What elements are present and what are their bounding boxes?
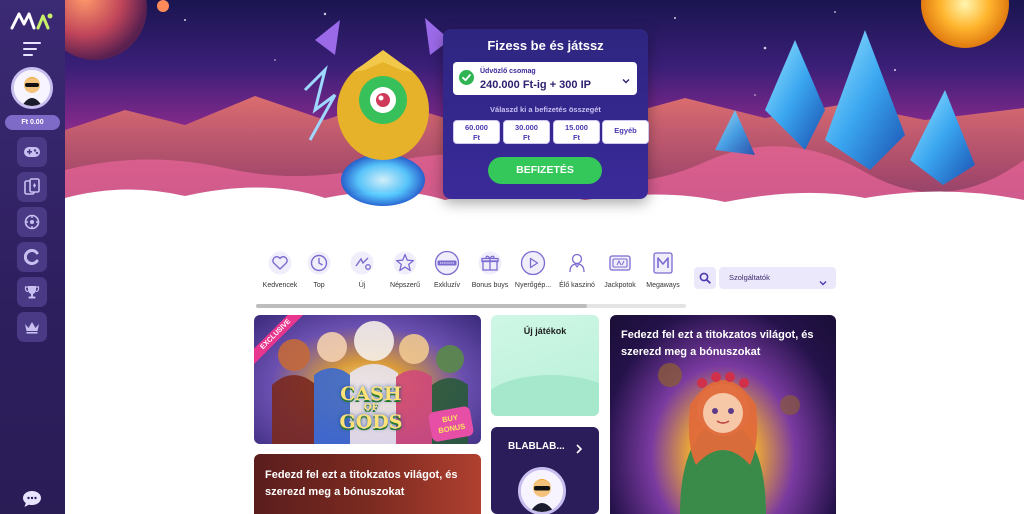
new-icon xyxy=(350,251,374,275)
roulette-icon xyxy=(24,214,40,230)
sidebar-item-cards[interactable] xyxy=(17,172,47,202)
search-icon xyxy=(699,272,711,284)
decorative-wave xyxy=(491,375,599,416)
hero-banner: Fizess be és játssz Üdvözlő csomag 240.0… xyxy=(65,0,1024,225)
avatar[interactable] xyxy=(11,67,53,109)
provider-card-title: BLABLAB... xyxy=(508,441,565,452)
new-games-title: Új játékok xyxy=(523,326,567,336)
agent-avatar-icon xyxy=(14,70,50,106)
heart-icon xyxy=(268,251,292,275)
gamepad-icon xyxy=(24,147,40,157)
live-icon xyxy=(24,249,39,265)
star-icon xyxy=(393,251,417,275)
game-card-cash-of-gods[interactable]: EXCLUSIVE CASH OF GODS BUY BONUS xyxy=(254,315,481,444)
sidebar: Ft 0.00 xyxy=(0,0,65,514)
dealer-icon xyxy=(569,253,585,273)
slot-icon xyxy=(520,250,546,276)
providers-select[interactable]: Szolgáltatók xyxy=(719,267,836,289)
promo-value: 240.000 Ft-ig + 300 IP xyxy=(480,79,591,91)
top-icon xyxy=(307,251,331,275)
amount-option[interactable]: 15.000 Ft xyxy=(553,120,600,144)
category-new[interactable]: Új xyxy=(338,250,386,289)
sidebar-item-tournaments[interactable] xyxy=(17,277,47,307)
promo-text: Fedezd fel ezt a titokzatos világot, és … xyxy=(621,329,814,358)
crown-icon xyxy=(25,322,39,334)
promo-card-left[interactable]: Fedezd fel ezt a titokzatos világot, és … xyxy=(254,454,481,514)
page: Ft 0.00 Fizess be és játssz Üdvözlő csom… xyxy=(0,0,1024,514)
providers-label: Szolgáltatók xyxy=(729,273,770,282)
promo-card-right[interactable]: Fedezd fel ezt a titokzatos világot, és … xyxy=(610,315,836,514)
scrollbar-thumb[interactable] xyxy=(256,304,588,308)
amount-option[interactable]: 30.000 Ft xyxy=(503,120,550,144)
chevron-down-icon xyxy=(622,72,630,84)
category-megaways[interactable]: Megaways xyxy=(639,250,687,289)
deposit-title: Fizess be és játssz xyxy=(487,38,604,53)
category-popular[interactable]: Népszerű xyxy=(381,250,429,289)
promo-text: Fedezd fel ezt a titokzatos világot, és … xyxy=(265,469,458,498)
sidebar-item-roulette[interactable] xyxy=(17,207,47,237)
category-live-casino[interactable]: Élő kaszinó xyxy=(553,250,601,289)
search-button[interactable] xyxy=(694,267,716,289)
cards-icon xyxy=(24,178,40,195)
category-slots[interactable]: Nyerőgép... xyxy=(509,250,557,289)
exclusive-icon xyxy=(434,250,460,276)
gift-icon xyxy=(478,251,502,275)
deposit-panel: Fizess be és játssz Üdvözlő csomag 240.0… xyxy=(443,29,649,199)
deposit-hint: Válaszd ki a befizetés összegét xyxy=(490,105,601,114)
category-top[interactable]: Top xyxy=(295,250,343,289)
category-bar: Kedvencek Top Új Népszerű Exkluzív Bonus… xyxy=(256,250,688,300)
new-games-card[interactable]: Új játékok xyxy=(491,315,599,416)
sidebar-item-games[interactable] xyxy=(17,137,47,167)
amount-option-other[interactable]: Egyéb xyxy=(602,120,649,144)
game-title: CASH OF GODS xyxy=(339,383,403,433)
check-icon xyxy=(459,70,474,85)
amount-option[interactable]: 60.000 Ft xyxy=(453,120,500,144)
promo-label: Üdvözlő csomag xyxy=(480,68,536,75)
chevron-down-icon xyxy=(819,274,827,286)
logo[interactable] xyxy=(10,10,54,32)
sidebar-item-live[interactable] xyxy=(17,242,47,272)
trophy-icon xyxy=(24,286,40,299)
chat-button[interactable] xyxy=(22,490,42,508)
chevron-right-icon xyxy=(575,441,583,454)
provider-card[interactable]: BLABLAB... xyxy=(491,427,599,514)
chat-icon xyxy=(23,491,41,507)
category-scrollbar[interactable] xyxy=(256,304,686,308)
welcome-package-select[interactable]: Üdvözlő csomag 240.000 Ft-ig + 300 IP xyxy=(453,62,637,95)
menu-button[interactable] xyxy=(23,42,41,56)
deposit-button[interactable]: BEFIZETÉS xyxy=(488,157,602,184)
balance-badge[interactable]: Ft 0.00 xyxy=(5,115,60,130)
provider-avatar xyxy=(518,467,566,514)
sidebar-item-vip[interactable] xyxy=(17,312,47,342)
logo-mark-icon xyxy=(10,12,53,30)
jackpot-icon xyxy=(609,255,631,271)
category-jackpots[interactable]: Jackpotok xyxy=(596,250,644,289)
category-exclusive[interactable]: Exkluzív xyxy=(423,250,471,289)
agent-avatar-icon xyxy=(521,470,563,512)
category-bonus-buys[interactable]: Bonus buys xyxy=(466,250,514,289)
megaways-icon xyxy=(653,252,673,274)
